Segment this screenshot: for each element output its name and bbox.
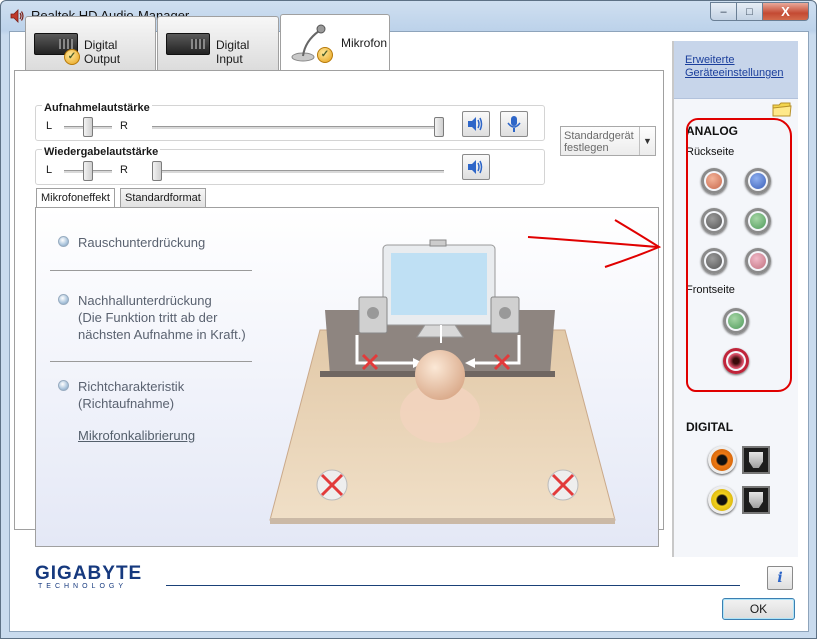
balance-slider[interactable] (83, 117, 93, 137)
balance-left-label: L (46, 164, 53, 176)
advanced-link-line2: Geräteeinstellungen (685, 67, 784, 79)
volume-track (152, 126, 444, 129)
tab-mikrofoneffekt[interactable]: Mikrofoneffekt (36, 188, 115, 209)
divider (50, 361, 252, 362)
spdif-coaxial-out-jack[interactable] (708, 446, 736, 474)
reverb-line-1: Nachhallunterdrückung (78, 293, 212, 308)
mute-button[interactable] (462, 111, 490, 137)
speaker-volume-icon (468, 160, 483, 174)
beam-line-2: (Richtaufnahme) (78, 396, 175, 411)
audio-device-icon (166, 33, 210, 55)
reverb-suppression-toggle[interactable] (58, 294, 69, 305)
advanced-settings-link[interactable]: Erweiterte Geräteeinstellungen (685, 54, 783, 80)
microphone-calibration-link[interactable]: Mikrofonkalibrierung (78, 428, 195, 443)
volume-slider[interactable] (152, 161, 162, 181)
recording-volume-title: Aufnahmelautstärke (42, 102, 152, 114)
beam-line-1: Richtcharakteristik (78, 379, 185, 394)
reverb-suppression-label: Nachhallunterdrückung (Die Funktion trit… (78, 292, 246, 343)
balance-left-label: L (46, 120, 53, 132)
microphone-boost-icon (507, 116, 521, 132)
gigabyte-logo: GIGABYTE TECHNOLOGY (35, 563, 142, 590)
beamforming-toggle[interactable] (58, 380, 69, 391)
maximize-button[interactable]: □ (737, 2, 763, 21)
hand-drawn-annotation-arrow (527, 219, 662, 268)
noise-suppression-label: Rauschunterdrückung (78, 235, 206, 250)
tab-label: Mikrofon (341, 36, 388, 50)
speaker-volume-icon (468, 117, 483, 131)
reverb-line-2: (Die Funktion tritt ab der (78, 310, 218, 325)
logo-sub: TECHNOLOGY (38, 583, 128, 590)
folder-icon[interactable] (772, 100, 792, 118)
panel-divider (672, 41, 674, 557)
minimize-button[interactable]: – (710, 2, 737, 21)
digital-title: DIGITAL (686, 420, 734, 434)
speaker-icon (10, 9, 24, 23)
room-illustration (269, 239, 616, 524)
playback-mute-button[interactable] (462, 154, 490, 180)
reverb-line-3: nächsten Aufnahme in Kraft.) (78, 327, 246, 342)
divider (50, 270, 252, 271)
tab-mikrofon[interactable]: ✓ Mikrofon (280, 14, 390, 70)
balance-right-label: R (120, 164, 128, 176)
tab-standardformat[interactable]: Standardformat (120, 188, 206, 208)
info-icon: i (777, 570, 783, 586)
tab-label: Digital Output (84, 38, 121, 66)
logo-name: GIGABYTE (35, 563, 143, 584)
balance-right-label: R (120, 120, 128, 132)
info-button[interactable]: i (767, 566, 793, 590)
spdif-coaxial-in-jack[interactable] (708, 486, 736, 514)
close-button[interactable]: X (763, 2, 809, 21)
volume-slider[interactable] (434, 117, 444, 137)
advanced-link-line1: Erweiterte (685, 54, 735, 66)
hand-drawn-annotation-circle (686, 118, 792, 392)
playback-volume-title: Wiedergabelautstärke (42, 146, 161, 158)
footer-divider (166, 585, 740, 586)
default-device-dropdown[interactable]: Standardgerät festlegen ▼ (560, 126, 656, 156)
spdif-optical-in-port[interactable] (742, 486, 770, 514)
chevron-down-icon: ▼ (639, 127, 655, 155)
spdif-optical-out-port[interactable] (742, 446, 770, 474)
noise-suppression-toggle[interactable] (58, 236, 69, 247)
user-head-icon (415, 350, 465, 400)
microphone-boost-button[interactable] (500, 111, 528, 137)
beamforming-label: Richtcharakteristik (Richtaufnahme) (78, 378, 184, 412)
tab-digital-output[interactable]: ✓ Digital Output (25, 16, 156, 70)
balance-slider[interactable] (83, 161, 93, 181)
volume-track (152, 170, 444, 173)
ok-button[interactable]: OK (722, 598, 795, 620)
tab-label: Digital Input (216, 38, 250, 66)
check-badge-icon: ✓ (317, 47, 333, 63)
tab-digital-input[interactable]: Digital Input (157, 16, 279, 70)
check-badge-icon: ✓ (64, 49, 80, 65)
